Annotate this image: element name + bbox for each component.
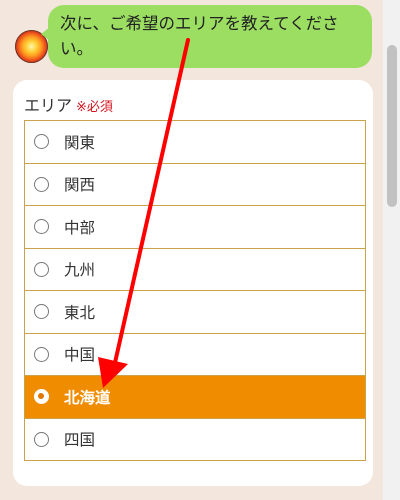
area-option-label: 関東 bbox=[64, 133, 96, 152]
radio-icon[interactable] bbox=[34, 389, 49, 405]
required-mark: ※必須 bbox=[76, 100, 113, 115]
radio-icon[interactable] bbox=[34, 431, 49, 447]
radio-icon[interactable] bbox=[34, 304, 49, 320]
area-option[interactable]: 中国 bbox=[25, 333, 365, 376]
radio-icon[interactable] bbox=[34, 134, 49, 150]
area-option-label: 四国 bbox=[64, 431, 96, 450]
chat-message-bubble: 次に、ご希望のエリアを教えてください。 bbox=[41, 5, 372, 68]
chat-page: 次に、ご希望のエリアを教えてください。 エリア※必須 関東 関西 中部 九州 bbox=[0, 0, 400, 500]
area-options-list: 関東 関西 中部 九州 東北 中国 北海道 四国 bbox=[24, 120, 366, 461]
area-form-card: エリア ※必須 関東 関西 中部 九州 東北 中国 北海道 四国 bbox=[13, 80, 373, 486]
scrollbar[interactable] bbox=[383, 0, 400, 500]
area-option-label: 東北 bbox=[64, 303, 96, 322]
scrollbar-thumb[interactable] bbox=[387, 45, 397, 207]
radio-icon[interactable] bbox=[34, 176, 49, 192]
area-field-label-row: エリア ※必須 bbox=[24, 92, 113, 116]
radio-icon[interactable] bbox=[34, 261, 49, 277]
area-option-label: 九州 bbox=[64, 261, 96, 280]
area-option-selected[interactable]: 北海道 bbox=[25, 376, 365, 419]
area-option[interactable]: 中部 bbox=[25, 206, 365, 249]
area-option-label: 北海道 bbox=[64, 388, 111, 407]
area-option[interactable]: 関西 bbox=[25, 163, 365, 206]
area-option[interactable]: 四国 bbox=[25, 418, 365, 461]
area-option-label: 中部 bbox=[64, 218, 96, 237]
area-option-label: 関西 bbox=[64, 176, 96, 195]
area-field-label: エリア bbox=[24, 96, 73, 115]
radio-icon[interactable] bbox=[34, 346, 49, 362]
area-option[interactable]: 東北 bbox=[25, 291, 365, 334]
area-option[interactable]: 九州 bbox=[25, 248, 365, 291]
chat-message-text: 次に、ご希望のエリアを教えてください。 bbox=[60, 14, 339, 58]
area-option[interactable]: 関東 bbox=[25, 121, 365, 164]
area-option-label: 中国 bbox=[64, 346, 96, 365]
radio-icon[interactable] bbox=[34, 219, 49, 235]
